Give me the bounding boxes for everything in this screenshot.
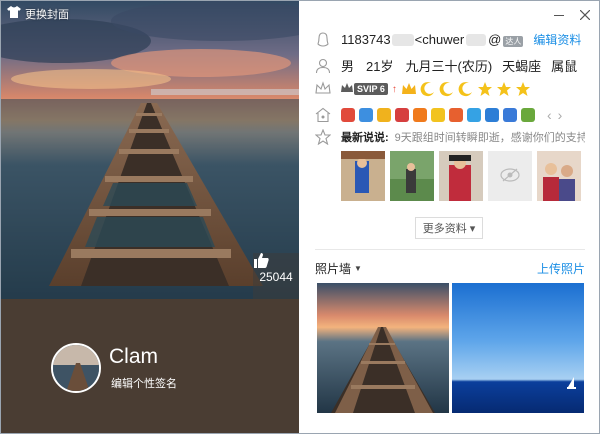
gender: 男 bbox=[341, 59, 355, 74]
edit-signature-link[interactable]: 编辑个性签名 bbox=[111, 375, 177, 391]
qq-pet-icon[interactable] bbox=[395, 108, 409, 122]
qq-music-icon[interactable] bbox=[359, 108, 373, 122]
photo-wall-photo[interactable] bbox=[317, 283, 449, 413]
qq-email-fragment: <chuwer bbox=[414, 32, 465, 47]
crown-outline-icon bbox=[315, 81, 331, 97]
qq-number-row: 1183743 <chuwer @ 达人 编辑资料 bbox=[315, 31, 599, 48]
chevron-right-icon[interactable]: › bbox=[558, 107, 563, 123]
triangle-down-icon[interactable]: ▼ bbox=[354, 264, 362, 273]
close-icon bbox=[579, 9, 591, 23]
qq-game-icon[interactable] bbox=[377, 108, 391, 122]
qq-level-icons[interactable] bbox=[401, 81, 531, 97]
arrow-up-icon: ↑ bbox=[391, 83, 397, 95]
qq-star-icon[interactable] bbox=[431, 108, 445, 122]
qq-number: 1183743 bbox=[341, 32, 391, 47]
latest-status-label: 最新说说: bbox=[341, 132, 389, 144]
star-icon bbox=[515, 82, 530, 96]
more-info-button[interactable]: 更多资料 ▾ bbox=[415, 217, 483, 239]
chevron-left-icon[interactable]: ‹ bbox=[547, 107, 552, 123]
cover-image[interactable]: 更换封面 25044 bbox=[1, 1, 299, 299]
at-icon: @ bbox=[488, 32, 502, 47]
nickname: Clam bbox=[109, 345, 159, 368]
change-cover-button[interactable]: 更换封面 bbox=[7, 6, 69, 22]
tshirt-icon bbox=[7, 6, 21, 20]
age: 21岁 bbox=[366, 59, 394, 74]
photo-wall-photo[interactable] bbox=[452, 283, 584, 413]
status-photo-thumbnail[interactable] bbox=[439, 151, 483, 201]
qq-farm-icon[interactable] bbox=[521, 108, 535, 122]
like-count: 25044 bbox=[259, 270, 293, 284]
like-button[interactable]: 25044 bbox=[253, 253, 299, 299]
talent-badge: 达人 bbox=[503, 35, 524, 47]
chinese-zodiac: 属鼠 bbox=[551, 59, 578, 74]
qq-gift-icon[interactable] bbox=[413, 108, 427, 122]
photo-wall-label: 照片墙 bbox=[315, 262, 352, 276]
star-outline-icon bbox=[314, 128, 332, 146]
service-icons bbox=[341, 108, 539, 122]
person-icon bbox=[315, 58, 331, 74]
right-panel: 1183743 <chuwer @ 达人 编辑资料 男 21岁 九月三十(农历)… bbox=[299, 1, 599, 433]
minimize-icon bbox=[554, 9, 564, 23]
moon-icon bbox=[439, 82, 453, 97]
level-row: SVIP 6 ↑ bbox=[315, 81, 599, 97]
personal-info-row: 男 21岁 九月三十(农历) 天蝎座 属鼠 bbox=[315, 56, 599, 75]
qq-tag: 达人 bbox=[503, 33, 524, 47]
star-icon bbox=[477, 82, 492, 96]
status-photo-thumbnail[interactable] bbox=[341, 151, 385, 201]
latest-status-row: 最新说说: 9天跟组时间转瞬即逝，感谢你们的支持... bbox=[314, 128, 599, 146]
profile-window: 更换封面 25044 Clam 编辑个性签名 1183743 <chuwer @… bbox=[0, 0, 600, 434]
masked-text bbox=[391, 33, 414, 46]
edit-profile-link[interactable]: 编辑资料 bbox=[533, 31, 581, 48]
left-panel: 更换封面 25044 Clam 编辑个性签名 bbox=[1, 1, 299, 433]
qq-camera-icon[interactable] bbox=[467, 108, 481, 122]
qq-cloud-icon[interactable] bbox=[485, 108, 499, 122]
status-photo-thumbnail[interactable] bbox=[537, 151, 581, 201]
svip-level: SVIP 6 bbox=[354, 83, 388, 95]
services-row: ‹ › bbox=[315, 107, 599, 123]
change-cover-label: 更换封面 bbox=[25, 9, 69, 21]
latest-status-text[interactable]: 9天跟组时间转瞬即逝，感谢你们的支持... bbox=[395, 129, 585, 145]
eye-slash-icon bbox=[500, 167, 520, 185]
avatar[interactable] bbox=[51, 343, 101, 393]
crown-icon bbox=[341, 82, 353, 96]
birthday: 九月三十(农历) bbox=[405, 59, 493, 74]
status-photo-thumbnail[interactable] bbox=[390, 151, 434, 201]
minimize-button[interactable] bbox=[549, 7, 569, 25]
qq-shield-icon[interactable] bbox=[503, 108, 517, 122]
photo-wall-title: 照片墙 ▼ bbox=[315, 260, 362, 277]
qq-show-icon[interactable] bbox=[341, 108, 355, 122]
house-icon bbox=[315, 107, 331, 123]
masked-text bbox=[466, 33, 487, 46]
zodiac: 天蝎座 bbox=[502, 59, 542, 74]
hidden-photo-placeholder[interactable] bbox=[488, 151, 532, 201]
divider bbox=[315, 249, 585, 250]
moon-icon bbox=[420, 82, 434, 97]
star-icon bbox=[496, 82, 511, 96]
close-button[interactable] bbox=[575, 7, 595, 25]
upload-photo-link[interactable]: 上传照片 bbox=[537, 260, 585, 277]
moon-icon bbox=[458, 82, 472, 97]
qq-photo-icon[interactable] bbox=[449, 108, 463, 122]
svip-badge[interactable]: SVIP 6 bbox=[341, 82, 388, 96]
crown-icon bbox=[401, 83, 416, 94]
penguin-icon bbox=[315, 31, 331, 48]
